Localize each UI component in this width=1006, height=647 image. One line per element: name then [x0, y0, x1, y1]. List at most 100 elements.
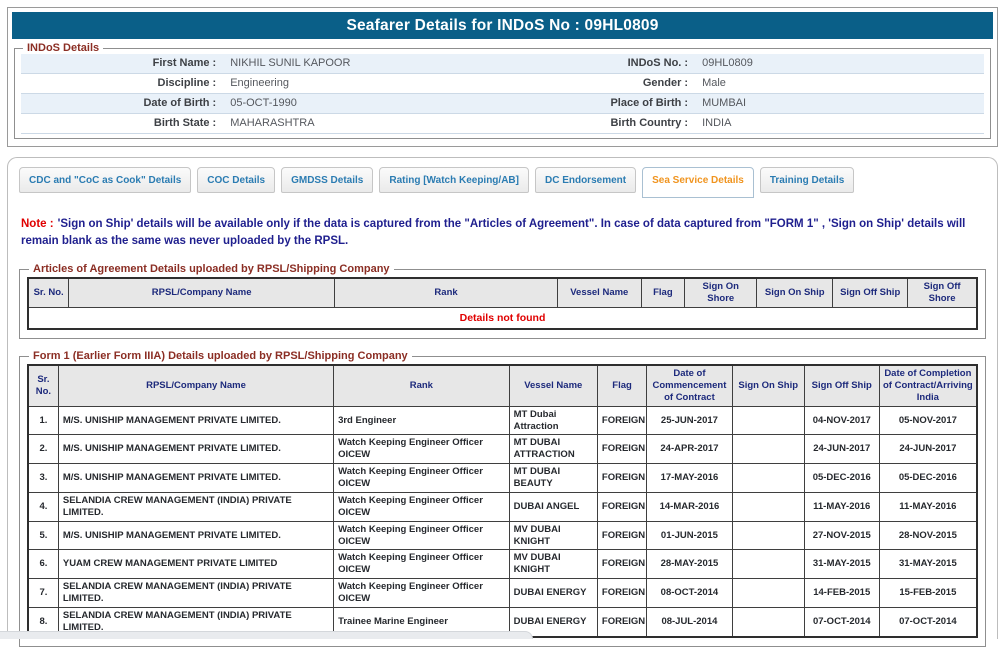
column-header: Flag — [597, 365, 646, 406]
page-title: Seafarer Details for INDoS No : 09HL0809 — [346, 17, 658, 35]
table-cell: 31-MAY-2015 — [879, 550, 977, 579]
detail-label: Discipline : — [21, 74, 223, 93]
tab-rating-watch-keeping-ab[interactable]: Rating [Watch Keeping/AB] — [379, 167, 529, 193]
articles-legend: Articles of Agreement Details uploaded b… — [29, 263, 394, 275]
table-cell: 04-NOV-2017 — [804, 406, 879, 435]
page-header-bar: Seafarer Details for INDoS No : 09HL0809 — [12, 12, 993, 39]
table-row: 5.M/S. UNISHIP MANAGEMENT PRIVATE LIMITE… — [28, 521, 977, 550]
table-cell: 3rd Engineer — [334, 406, 510, 435]
table-cell: 7. — [28, 579, 58, 608]
detail-label: Birth Country : — [560, 114, 695, 133]
table-cell: 08-OCT-2014 — [647, 579, 732, 608]
table-row: 7.SELANDIA CREW MANAGEMENT (INDIA) PRIVA… — [28, 579, 977, 608]
table-row: 3.M/S. UNISHIP MANAGEMENT PRIVATE LIMITE… — [28, 464, 977, 493]
table-cell: 14-MAR-2016 — [647, 492, 732, 521]
table-cell: 27-NOV-2015 — [804, 521, 879, 550]
table-cell: 4. — [28, 492, 58, 521]
table-cell: FOREIGN — [597, 492, 646, 521]
table-cell — [732, 550, 804, 579]
detail-value: 05-OCT-1990 — [223, 94, 560, 113]
table-cell — [732, 435, 804, 464]
table-cell: 6. — [28, 550, 58, 579]
column-header: RPSL/Company Name — [58, 365, 333, 406]
tab-strip: CDC and "CoC as Cook" DetailsCOC Details… — [19, 167, 986, 200]
table-cell: MV DUBAI KNIGHT — [509, 550, 597, 579]
note-text: 'Sign on Ship' details will be available… — [21, 218, 965, 247]
table-cell: MT DUBAI BEAUTY — [509, 464, 597, 493]
column-header: Vessel Name — [509, 365, 597, 406]
column-header: Sign Off Ship — [833, 278, 908, 307]
table-cell: FOREIGN — [597, 521, 646, 550]
indos-details-legend: INDoS Details — [23, 42, 103, 54]
table-cell: 25-JUN-2017 — [647, 406, 732, 435]
table-cell: 3. — [28, 464, 58, 493]
table-cell: 31-MAY-2015 — [804, 550, 879, 579]
table-row: 4.SELANDIA CREW MANAGEMENT (INDIA) PRIVA… — [28, 492, 977, 521]
column-header: Flag — [641, 278, 685, 307]
table-cell: 07-OCT-2014 — [879, 607, 977, 636]
tab-training-details[interactable]: Training Details — [760, 167, 854, 193]
table-cell: YUAM CREW MANAGEMENT PRIVATE LIMITED — [58, 550, 333, 579]
column-header: Sign Off Shore — [908, 278, 977, 307]
form1-legend: Form 1 (Earlier Form IIIA) Details uploa… — [29, 350, 412, 362]
table-cell: FOREIGN — [597, 579, 646, 608]
table-cell: 05-NOV-2017 — [879, 406, 977, 435]
table-cell: FOREIGN — [597, 406, 646, 435]
table-cell: SELANDIA CREW MANAGEMENT (INDIA) PRIVATE… — [58, 579, 333, 608]
column-header: Sign Off Ship — [804, 365, 879, 406]
table-cell: 08-JUL-2014 — [647, 607, 732, 636]
table-cell: 11-MAY-2016 — [804, 492, 879, 521]
column-header: Date of Commencement of Contract — [647, 365, 732, 406]
form1-table: Sr. No.RPSL/Company NameRankVessel NameF… — [27, 364, 978, 638]
table-cell: SELANDIA CREW MANAGEMENT (INDIA) PRIVATE… — [58, 492, 333, 521]
table-cell: Watch Keeping Engineer Officer OICEW — [334, 579, 510, 608]
table-cell: 01-JUN-2015 — [647, 521, 732, 550]
tab-panel: CDC and "CoC as Cook" DetailsCOC Details… — [7, 157, 998, 639]
empty-message: Details not found — [28, 308, 977, 330]
table-cell — [732, 607, 804, 636]
table-cell: 14-FEB-2015 — [804, 579, 879, 608]
indos-rows: First Name :NIKHIL SUNIL KAPOORINDoS No.… — [21, 54, 984, 134]
table-cell: Watch Keeping Engineer Officer OICEW — [334, 435, 510, 464]
column-header: Sign On Ship — [732, 365, 804, 406]
table-cell: 05-DEC-2016 — [879, 464, 977, 493]
detail-row: First Name :NIKHIL SUNIL KAPOORINDoS No.… — [21, 54, 984, 74]
table-row: 2.M/S. UNISHIP MANAGEMENT PRIVATE LIMITE… — [28, 435, 977, 464]
tab-sea-service-details[interactable]: Sea Service Details — [642, 167, 754, 198]
table-cell — [732, 406, 804, 435]
detail-label: Birth State : — [21, 114, 223, 133]
header-row: Sr. No.RPSL/Company NameRankVessel NameF… — [28, 278, 977, 307]
table-cell: 05-DEC-2016 — [804, 464, 879, 493]
column-header: Sign On Ship — [757, 278, 833, 307]
column-header: RPSL/Company Name — [69, 278, 335, 307]
table-cell: MT DUBAI ATTRACTION — [509, 435, 597, 464]
detail-value: INDIA — [695, 114, 984, 133]
table-cell: 24-JUN-2017 — [879, 435, 977, 464]
table-cell: 17-MAY-2016 — [647, 464, 732, 493]
tab-dc-endorsement[interactable]: DC Endorsement — [535, 167, 636, 193]
table-cell: FOREIGN — [597, 550, 646, 579]
note-prefix: Note : — [21, 218, 54, 230]
indos-details-fieldset: INDoS Details First Name :NIKHIL SUNIL K… — [14, 42, 991, 139]
table-cell: FOREIGN — [597, 464, 646, 493]
table-cell: 5. — [28, 521, 58, 550]
header-row: Sr. No.RPSL/Company NameRankVessel NameF… — [28, 365, 977, 406]
column-header: Sign On Shore — [685, 278, 757, 307]
table-cell — [732, 464, 804, 493]
table-cell — [732, 579, 804, 608]
detail-row: Birth State :MAHARASHTRABirth Country :I… — [21, 114, 984, 134]
table-cell — [732, 492, 804, 521]
table-cell: 24-JUN-2017 — [804, 435, 879, 464]
column-header: Vessel Name — [558, 278, 642, 307]
table-cell: M/S. UNISHIP MANAGEMENT PRIVATE LIMITED. — [58, 435, 333, 464]
detail-row: Date of Birth :05-OCT-1990Place of Birth… — [21, 94, 984, 114]
tab-gmdss-details[interactable]: GMDSS Details — [281, 167, 373, 193]
table-cell: 2. — [28, 435, 58, 464]
column-header: Sr. No. — [28, 365, 58, 406]
tab-coc-details[interactable]: COC Details — [197, 167, 275, 193]
detail-label: INDoS No. : — [560, 54, 695, 73]
table-cell: M/S. UNISHIP MANAGEMENT PRIVATE LIMITED. — [58, 521, 333, 550]
table-cell: Watch Keeping Engineer Officer OICEW — [334, 492, 510, 521]
tab-cdc-and-coc-as-cook-details[interactable]: CDC and "CoC as Cook" Details — [19, 167, 191, 193]
cutoff-scroll-bar — [0, 631, 533, 639]
